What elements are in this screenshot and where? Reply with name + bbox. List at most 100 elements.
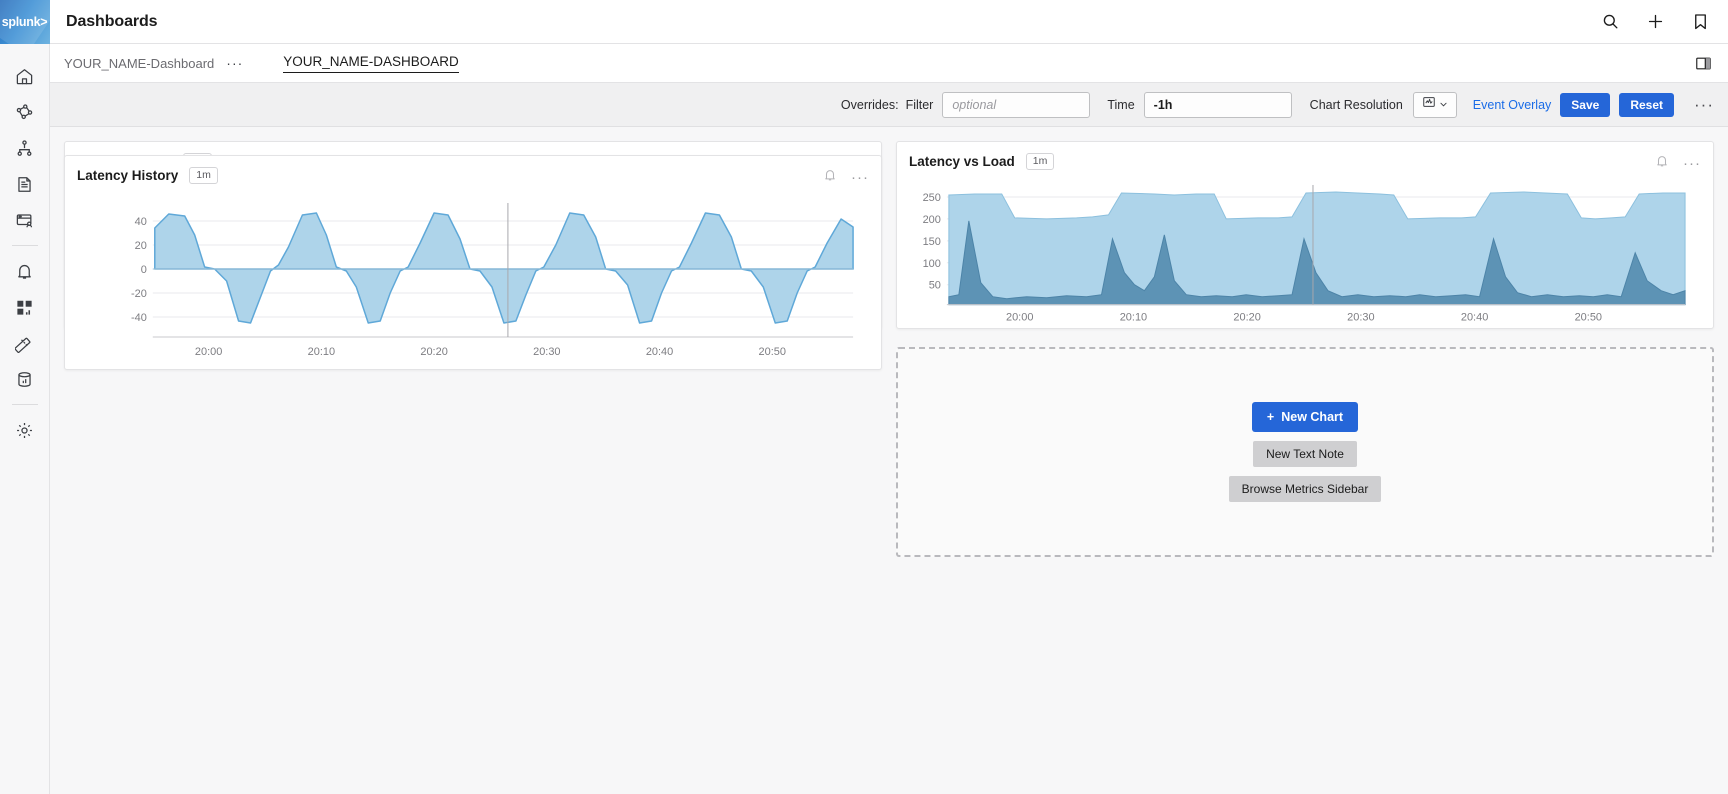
svg-text:150: 150	[923, 236, 941, 248]
bell-icon[interactable]	[1655, 154, 1669, 173]
data-database-icon	[15, 370, 34, 389]
svg-text:100: 100	[923, 258, 941, 270]
chart-card-latency-history[interactable]: Latency History 1m ···	[64, 155, 882, 370]
chart-resolution-badge: 1m	[1026, 153, 1055, 170]
sidebar-item-dashboards[interactable]	[0, 289, 50, 325]
svg-text:20:00: 20:00	[195, 346, 222, 358]
svg-text:20:40: 20:40	[1461, 312, 1488, 324]
chart-card-latency-vs-load[interactable]: Latency vs Load 1m ···	[896, 141, 1714, 329]
sidebar-item-infrastructure[interactable]	[0, 130, 50, 166]
chart-title: Latency History	[77, 168, 178, 183]
bookmark-icon[interactable]	[1691, 12, 1710, 31]
y-tick-labels: 40 20 0 -20 -40	[131, 216, 147, 324]
alerts-bell-icon	[15, 262, 34, 281]
chart-title: Latency vs Load	[909, 154, 1015, 169]
nav-icon-list	[0, 44, 49, 448]
chart-menu-button[interactable]: ···	[851, 170, 869, 185]
breadcrumb-menu-button[interactable]: ···	[226, 56, 243, 70]
sidebar-item-apm[interactable]	[0, 94, 50, 130]
app-header: Dashboards	[50, 0, 1728, 44]
sidebar-panel-toggle-icon[interactable]	[1695, 55, 1712, 72]
sidebar-item-data[interactable]	[0, 361, 50, 397]
sidebar-item-alerts[interactable]	[0, 253, 50, 289]
svg-text:20:50: 20:50	[1575, 312, 1602, 324]
dashboard-toolbar: Overrides: Filter Time Chart Resolution	[50, 83, 1728, 127]
svg-text:20:20: 20:20	[1233, 312, 1260, 324]
breadcrumb[interactable]: YOUR_NAME-Dashboard	[64, 56, 214, 71]
new-chart-label: New Chart	[1281, 410, 1343, 424]
svg-text:20:00: 20:00	[1006, 312, 1033, 324]
settings-gear-icon	[15, 421, 34, 440]
chart-actions: ···	[1655, 154, 1701, 173]
toolbar-controls: Overrides: Filter Time Chart Resolution	[841, 92, 1714, 118]
svg-text:50: 50	[929, 280, 941, 292]
sidebar-item-settings[interactable]	[0, 412, 50, 448]
svg-text:-20: -20	[131, 288, 147, 300]
chart-resolution-icon	[1422, 95, 1436, 114]
dashboards-grid-icon	[15, 298, 34, 317]
app-root: splunk>	[0, 0, 1728, 794]
home-icon	[15, 67, 34, 86]
latency-vs-load-plot: 250 200 150 100 50 20:00 20:10 20:20 20:…	[897, 173, 1713, 331]
metrics-ruler-icon	[15, 334, 34, 353]
reset-button[interactable]: Reset	[1619, 93, 1674, 117]
svg-text:0: 0	[141, 264, 147, 276]
splunk-logo[interactable]: splunk>	[0, 0, 50, 44]
sidebar-item-home[interactable]	[0, 58, 50, 94]
filter-label: Filter	[906, 98, 934, 112]
latency-history-plot: 40 20 0 -20 -40 20:00 20:10 20:20 20:30 …	[65, 187, 881, 369]
svg-text:-40: -40	[131, 312, 147, 324]
x-tick-labels: 20:00 20:10 20:20 20:30 20:40 20:50	[1006, 312, 1602, 324]
sidebar-item-rum[interactable]	[0, 202, 50, 238]
sidebar-item-log-observer[interactable]	[0, 166, 50, 202]
latency-history-area	[155, 213, 853, 323]
sidebar-item-metrics[interactable]	[0, 325, 50, 361]
search-icon[interactable]	[1601, 12, 1620, 31]
rum-icon	[15, 211, 34, 230]
svg-text:20:50: 20:50	[759, 346, 786, 358]
chart-plot-area[interactable]: 40 20 0 -20 -40 20:00 20:10 20:20 20:30 …	[65, 187, 881, 369]
left-nav-rail: splunk>	[0, 0, 50, 794]
svg-text:20:10: 20:10	[1120, 312, 1147, 324]
chart-header: Latency vs Load 1m ···	[897, 142, 1713, 173]
toolbar-more-menu[interactable]: ···	[1694, 96, 1714, 113]
chart-resolution-dropdown[interactable]	[1413, 92, 1457, 118]
log-observer-icon	[15, 175, 34, 194]
x-tick-labels: 20:00 20:10 20:20 20:30 20:40 20:50	[195, 346, 786, 358]
new-text-note-button[interactable]: New Text Note	[1253, 441, 1357, 467]
browse-metrics-sidebar-button[interactable]: Browse Metrics Sidebar	[1229, 476, 1382, 502]
chart-menu-button[interactable]: ···	[1683, 156, 1701, 171]
dashboard-tabs-bar: YOUR_NAME-Dashboard ··· YOUR_NAME-DASHBO…	[50, 44, 1728, 83]
empty-panel-dropzone[interactable]: + New Chart New Text Note Browse Metrics…	[896, 347, 1714, 557]
apm-icon	[15, 103, 34, 122]
chart-resolution-label: Chart Resolution	[1310, 98, 1403, 112]
time-range-input[interactable]	[1144, 92, 1292, 118]
svg-text:250: 250	[923, 192, 941, 204]
page-title: Dashboards	[66, 13, 157, 31]
save-button[interactable]: Save	[1560, 93, 1610, 117]
chart-plot-area[interactable]: 250 200 150 100 50 20:00 20:10 20:20 20:…	[897, 173, 1713, 331]
filter-input[interactable]	[942, 92, 1090, 118]
y-tick-labels: 250 200 150 100 50	[923, 192, 941, 292]
nav-divider-2	[12, 404, 38, 405]
chart-header: Latency History 1m ···	[65, 156, 881, 187]
svg-text:20:10: 20:10	[308, 346, 335, 358]
chart-resolution-badge: 1m	[189, 167, 218, 184]
splunk-logo-text: splunk>	[2, 15, 47, 29]
svg-text:40: 40	[135, 216, 147, 228]
svg-text:20: 20	[135, 240, 147, 252]
plus-icon: +	[1267, 410, 1274, 424]
svg-text:20:20: 20:20	[420, 346, 447, 358]
tab-active-dashboard[interactable]: YOUR_NAME-DASHBOARD	[283, 54, 459, 73]
svg-text:200: 200	[923, 214, 941, 226]
add-plus-icon[interactable]	[1646, 12, 1665, 31]
dashboard-canvas: Active Latency 1m ··· Overview of latenc…	[50, 127, 1728, 794]
chart-actions: ···	[823, 168, 869, 187]
svg-text:20:30: 20:30	[1347, 312, 1374, 324]
svg-text:20:30: 20:30	[533, 346, 560, 358]
time-label: Time	[1107, 98, 1134, 112]
bell-icon[interactable]	[823, 168, 837, 187]
event-overlay-link[interactable]: Event Overlay	[1473, 98, 1552, 112]
chevron-down-icon	[1439, 96, 1448, 114]
new-chart-button[interactable]: + New Chart	[1252, 402, 1358, 432]
